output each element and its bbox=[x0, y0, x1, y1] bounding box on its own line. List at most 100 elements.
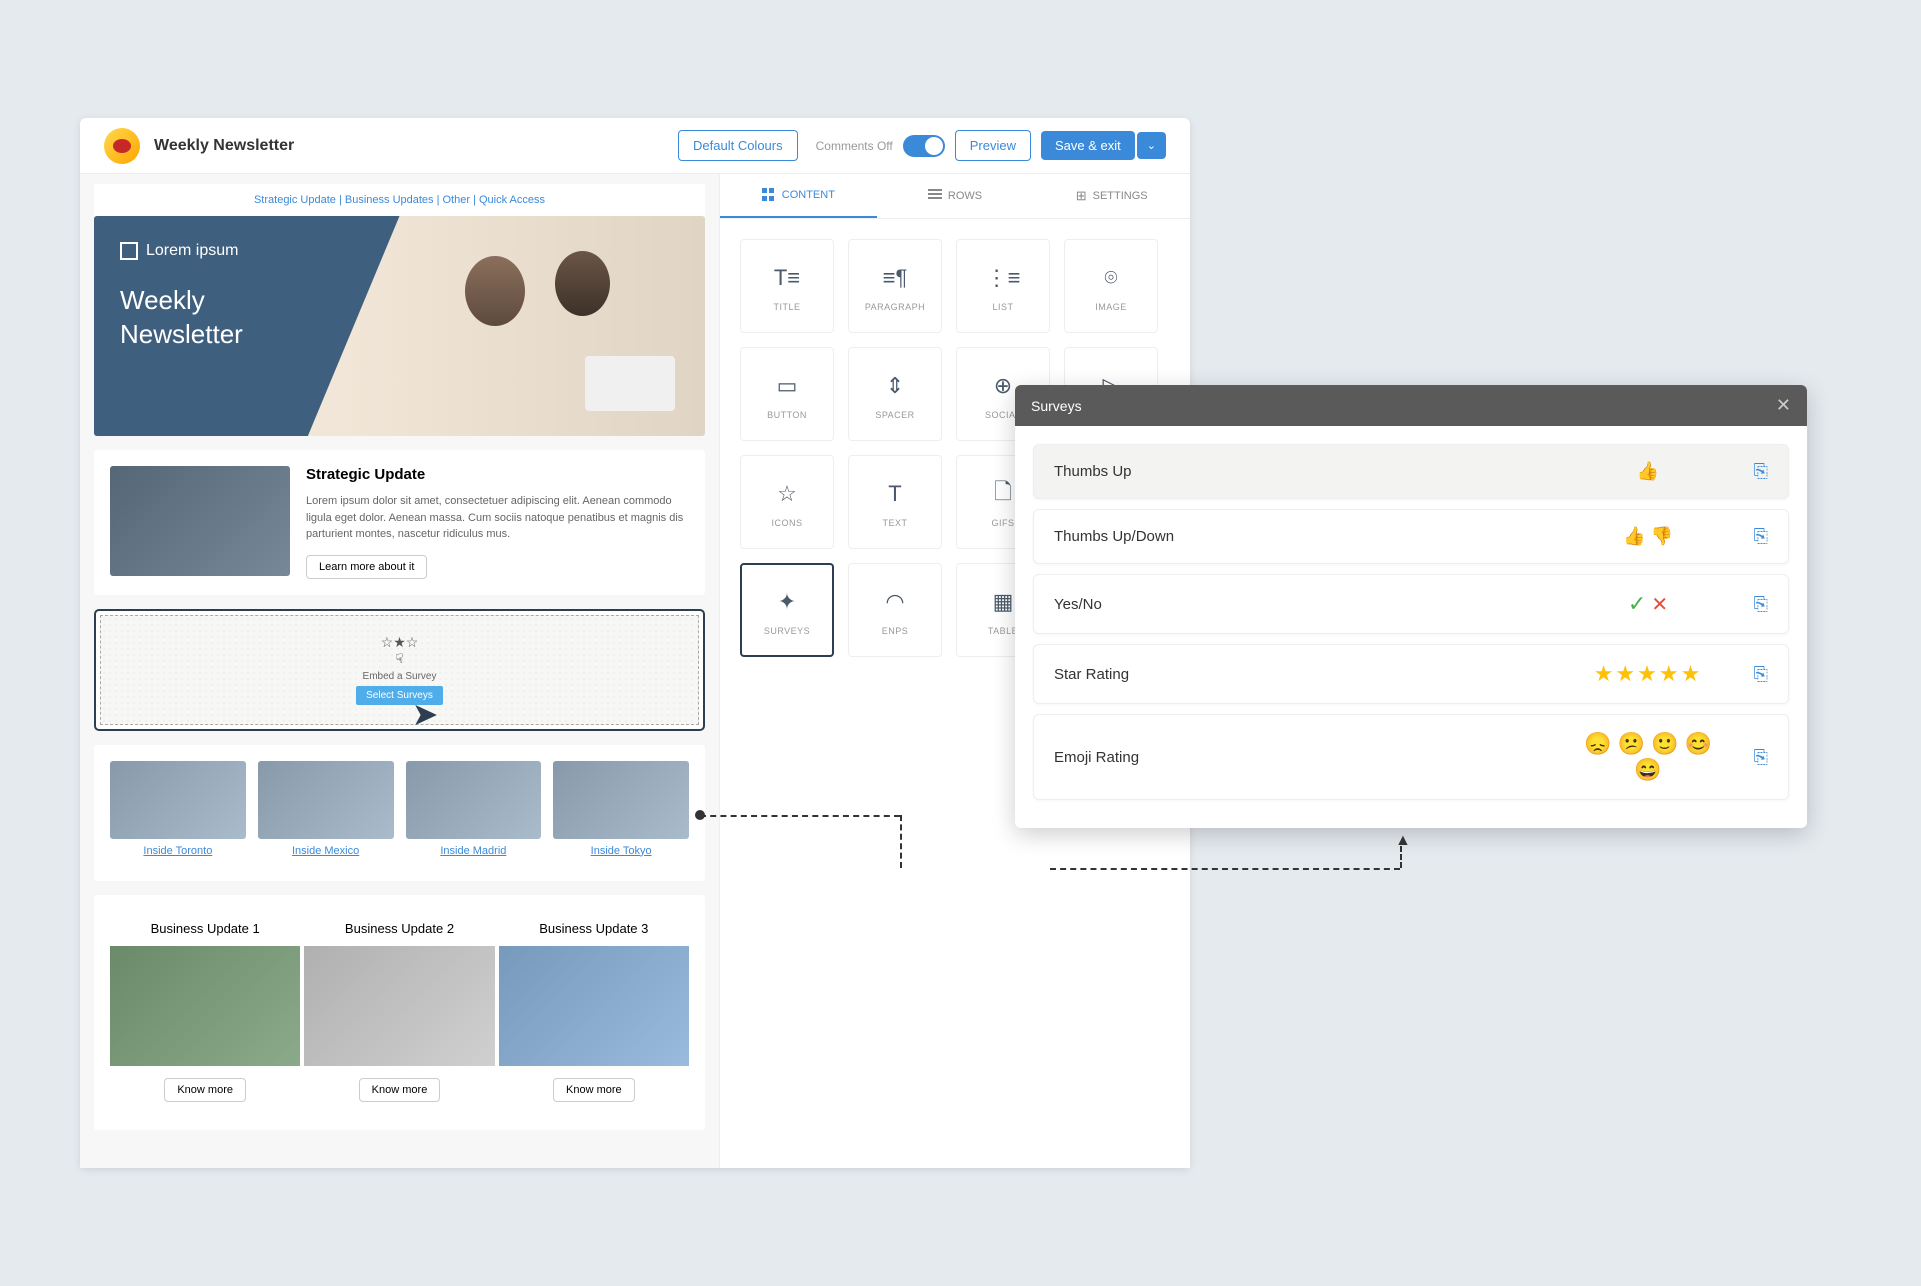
survey-option[interactable]: Thumbs Up 👍 ⎘ bbox=[1033, 444, 1789, 499]
toolbar: Weekly Newsletter Default Colours Commen… bbox=[80, 118, 1190, 174]
widget-label: SPACER bbox=[875, 410, 914, 420]
know-more-button[interactable]: Know more bbox=[553, 1078, 635, 1102]
know-more-button[interactable]: Know more bbox=[359, 1078, 441, 1102]
popup-title: Surveys bbox=[1031, 398, 1082, 414]
widget-label: BUTTON bbox=[767, 410, 807, 420]
widget-text[interactable]: T TEXT bbox=[848, 455, 942, 549]
strategic-text: Lorem ipsum dolor sit amet, consectetuer… bbox=[306, 493, 689, 543]
thumb-link[interactable]: Inside Mexico bbox=[258, 845, 394, 857]
gifs-icon: 🗋 bbox=[994, 476, 1012, 512]
widget-label: TABLE bbox=[988, 626, 1018, 636]
save-exit-dropdown[interactable]: ⌄ bbox=[1137, 132, 1166, 159]
widget-label: ENPS bbox=[882, 626, 909, 636]
surveys-popup: Surveys ✕ Thumbs Up 👍 ⎘ Thumbs Up/Down 👍 … bbox=[1015, 385, 1807, 828]
widget-title[interactable]: T≡ TITLE bbox=[740, 239, 834, 333]
survey-option[interactable]: Star Rating ★★★★★ ⎘ bbox=[1033, 644, 1789, 704]
embed-survey-label: Embed a Survey bbox=[363, 671, 437, 682]
widget-label: SURVEYS bbox=[764, 626, 810, 636]
business-item[interactable]: Business Update 3 Know more bbox=[499, 911, 689, 1114]
insert-icon[interactable]: ⎘ bbox=[1728, 664, 1768, 685]
thumb-link[interactable]: Inside Toronto bbox=[110, 845, 246, 857]
thumb-image bbox=[110, 761, 246, 839]
preview-button[interactable]: Preview bbox=[955, 130, 1031, 161]
business-image bbox=[304, 946, 494, 1066]
grid-icon bbox=[762, 188, 776, 202]
hero-block[interactable]: Lorem ipsum Weekly Newsletter bbox=[94, 216, 705, 436]
insert-icon[interactable]: ⎘ bbox=[1728, 594, 1768, 615]
canvas: Strategic Update | Business Updates | Ot… bbox=[80, 174, 720, 1168]
square-icon bbox=[120, 242, 138, 260]
strategic-title: Strategic Update bbox=[306, 466, 689, 483]
survey-stars-icon: ☆★☆ bbox=[381, 634, 419, 651]
paragraph-icon: ≡¶ bbox=[883, 260, 908, 296]
thumb-link[interactable]: Inside Tokyo bbox=[553, 845, 689, 857]
default-colours-button[interactable]: Default Colours bbox=[678, 130, 798, 161]
survey-preview-icon: 😞 😕 🙂 😊 😄 bbox=[1568, 731, 1728, 783]
table-icon: ▦ bbox=[993, 584, 1014, 620]
business-image bbox=[499, 946, 689, 1066]
tab-content[interactable]: CONTENT bbox=[720, 174, 877, 218]
comments-toggle[interactable] bbox=[903, 135, 945, 157]
insert-icon[interactable]: ⎘ bbox=[1728, 461, 1768, 482]
surveys-icon: ✦ bbox=[778, 584, 796, 620]
hero-logo: Lorem ipsum bbox=[120, 242, 374, 260]
widget-label: PARAGRAPH bbox=[865, 302, 925, 312]
learn-more-button[interactable]: Learn more about it bbox=[306, 555, 427, 579]
connector-line bbox=[1050, 868, 1400, 870]
survey-option[interactable]: Thumbs Up/Down 👍 👎 ⎘ bbox=[1033, 509, 1789, 564]
business-item[interactable]: Business Update 1 Know more bbox=[110, 911, 300, 1114]
know-more-button[interactable]: Know more bbox=[164, 1078, 246, 1102]
rows-icon bbox=[928, 189, 942, 203]
survey-option-name: Yes/No bbox=[1054, 596, 1568, 613]
survey-option-name: Thumbs Up/Down bbox=[1054, 528, 1568, 545]
business-item[interactable]: Business Update 2 Know more bbox=[304, 911, 494, 1114]
survey-dropzone[interactable]: ☆★☆ ☟ Embed a Survey Select Surveys ➤ bbox=[94, 609, 705, 731]
widget-paragraph[interactable]: ≡¶ PARAGRAPH bbox=[848, 239, 942, 333]
image-icon: ⌾ bbox=[1104, 260, 1117, 296]
strategic-update-block[interactable]: Strategic Update Lorem ipsum dolor sit a… bbox=[94, 450, 705, 595]
button-icon: ▭ bbox=[777, 368, 798, 404]
list-icon: ⋮≡ bbox=[986, 260, 1021, 296]
spacer-icon: ⇕ bbox=[886, 368, 904, 404]
hero-title: Weekly Newsletter bbox=[120, 284, 374, 352]
widget-label: TEXT bbox=[882, 518, 907, 528]
widget-button[interactable]: ▭ BUTTON bbox=[740, 347, 834, 441]
widget-icons[interactable]: ☆ ICONS bbox=[740, 455, 834, 549]
save-exit-button[interactable]: Save & exit bbox=[1041, 131, 1135, 160]
inside-thumbs-block[interactable]: Inside Toronto Inside Mexico Inside Madr… bbox=[94, 745, 705, 881]
survey-option-name: Emoji Rating bbox=[1054, 749, 1568, 766]
comments-off-label: Comments Off bbox=[816, 139, 893, 153]
tab-rows[interactable]: ROWS bbox=[877, 174, 1034, 218]
thumb-item[interactable]: Inside Mexico bbox=[258, 761, 394, 857]
document-title: Weekly Newsletter bbox=[154, 137, 668, 155]
strategic-image bbox=[110, 466, 290, 576]
hero-logo-text: Lorem ipsum bbox=[146, 242, 238, 260]
survey-option[interactable]: Emoji Rating 😞 😕 🙂 😊 😄 ⎘ bbox=[1033, 714, 1789, 800]
breadcrumb[interactable]: Strategic Update | Business Updates | Ot… bbox=[94, 184, 705, 216]
thumb-image bbox=[406, 761, 542, 839]
tab-content-label: CONTENT bbox=[782, 189, 835, 201]
thumb-item[interactable]: Inside Toronto bbox=[110, 761, 246, 857]
survey-preview-icon: 👍 👎 bbox=[1568, 526, 1728, 547]
widget-enps[interactable]: ◠ ENPS bbox=[848, 563, 942, 657]
widget-label: LIST bbox=[992, 302, 1013, 312]
business-updates-block[interactable]: Business Update 1 Know moreBusiness Upda… bbox=[94, 895, 705, 1130]
survey-option[interactable]: Yes/No ✓ ✕ ⎘ bbox=[1033, 574, 1789, 634]
tab-settings[interactable]: ⊞ SETTINGS bbox=[1033, 174, 1190, 218]
thumb-link[interactable]: Inside Madrid bbox=[406, 845, 542, 857]
survey-preview-icon: ★★★★★ bbox=[1568, 661, 1728, 687]
widget-image[interactable]: ⌾ IMAGE bbox=[1064, 239, 1158, 333]
widget-list[interactable]: ⋮≡ LIST bbox=[956, 239, 1050, 333]
insert-icon[interactable]: ⎘ bbox=[1728, 526, 1768, 547]
widget-spacer[interactable]: ⇕ SPACER bbox=[848, 347, 942, 441]
thumb-item[interactable]: Inside Tokyo bbox=[553, 761, 689, 857]
title-icon: T≡ bbox=[774, 260, 800, 296]
widget-label: TITLE bbox=[773, 302, 800, 312]
close-icon[interactable]: ✕ bbox=[1776, 395, 1791, 416]
pointer-icon: ☟ bbox=[396, 651, 404, 667]
insert-icon[interactable]: ⎘ bbox=[1728, 747, 1768, 768]
thumb-item[interactable]: Inside Madrid bbox=[406, 761, 542, 857]
widget-surveys[interactable]: ✦ SURVEYS bbox=[740, 563, 834, 657]
widget-label: ICONS bbox=[771, 518, 802, 528]
business-title: Business Update 3 bbox=[499, 911, 689, 946]
